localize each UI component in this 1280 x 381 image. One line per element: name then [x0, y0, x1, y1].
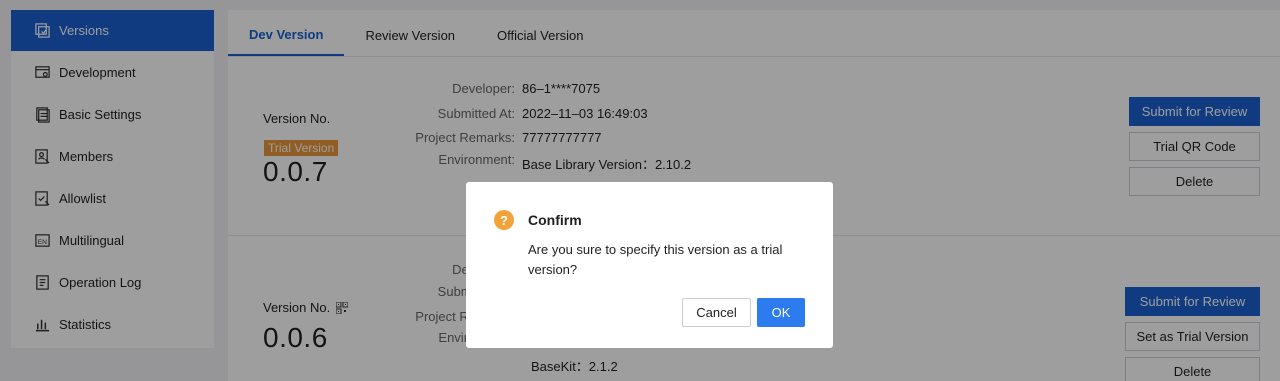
dialog-message: Are you sure to specify this version as … — [528, 242, 783, 277]
dialog-title: Confirm — [528, 212, 582, 228]
cancel-button[interactable]: Cancel — [682, 298, 751, 327]
question-icon: ? — [494, 210, 514, 230]
confirm-dialog: ? Confirm Are you sure to specify this v… — [466, 182, 833, 348]
ok-button[interactable]: OK — [757, 298, 805, 327]
